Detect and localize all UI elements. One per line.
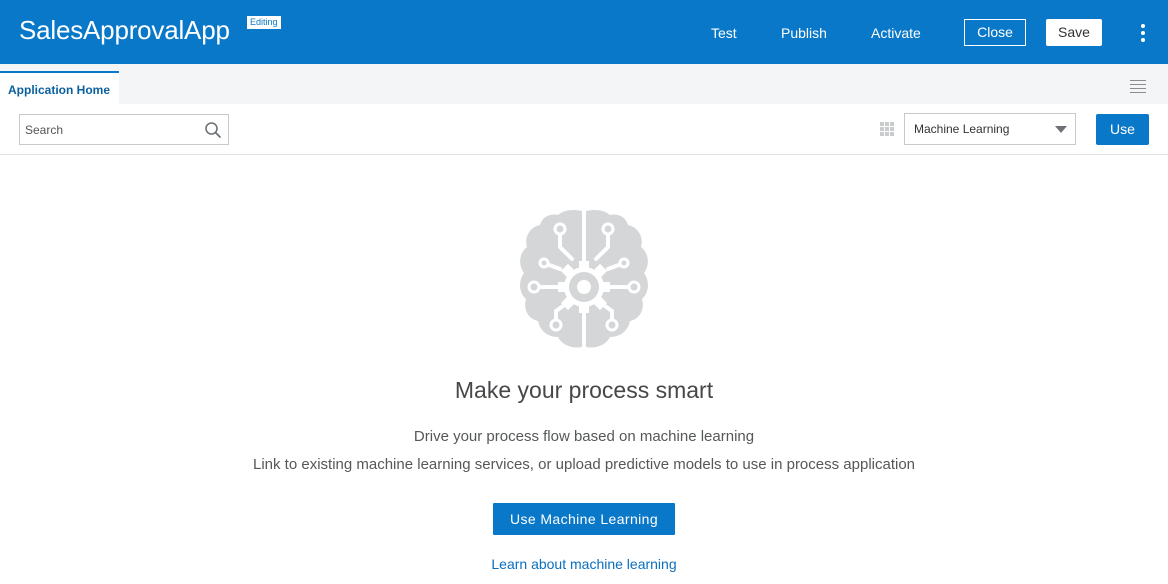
kebab-menu-icon[interactable] xyxy=(1136,22,1150,44)
use-machine-learning-button[interactable]: Use Machine Learning xyxy=(493,503,675,535)
app-title: SalesApprovalApp xyxy=(19,15,230,45)
test-link[interactable]: Test xyxy=(711,25,737,41)
tab-application-home[interactable]: Application Home xyxy=(0,71,119,104)
tab-bar: Application Home xyxy=(0,64,1168,104)
feature-select-value: Machine Learning xyxy=(914,122,1010,136)
grid-view-icon[interactable] xyxy=(880,122,894,136)
activate-link[interactable]: Activate xyxy=(871,25,921,41)
search-input[interactable] xyxy=(25,122,195,138)
search-box xyxy=(19,114,229,145)
use-button[interactable]: Use xyxy=(1096,114,1149,145)
toolbar: Machine Learning Use xyxy=(0,104,1168,155)
close-button[interactable]: Close xyxy=(964,19,1026,46)
feature-select[interactable]: Machine Learning xyxy=(904,113,1076,145)
list-icon[interactable] xyxy=(1130,80,1146,93)
save-button[interactable]: Save xyxy=(1046,19,1102,46)
learn-about-ml-link-text[interactable]: Learn about machine learning xyxy=(491,556,676,572)
publish-link[interactable]: Publish xyxy=(781,25,827,41)
app-header: SalesApprovalApp Editing Test Publish Ac… xyxy=(0,0,1168,64)
learn-about-ml-link: Learn about machine learning xyxy=(0,556,1168,572)
chevron-down-icon xyxy=(1055,126,1067,133)
search-icon[interactable] xyxy=(204,121,222,139)
empty-state-description-1: Drive your process flow based on machine… xyxy=(413,428,755,445)
editing-badge: Editing xyxy=(247,16,281,29)
empty-state-headline: Make your process smart xyxy=(454,377,714,403)
brain-gear-icon xyxy=(520,210,648,348)
empty-state-description-2: Link to existing machine learning servic… xyxy=(252,456,916,473)
